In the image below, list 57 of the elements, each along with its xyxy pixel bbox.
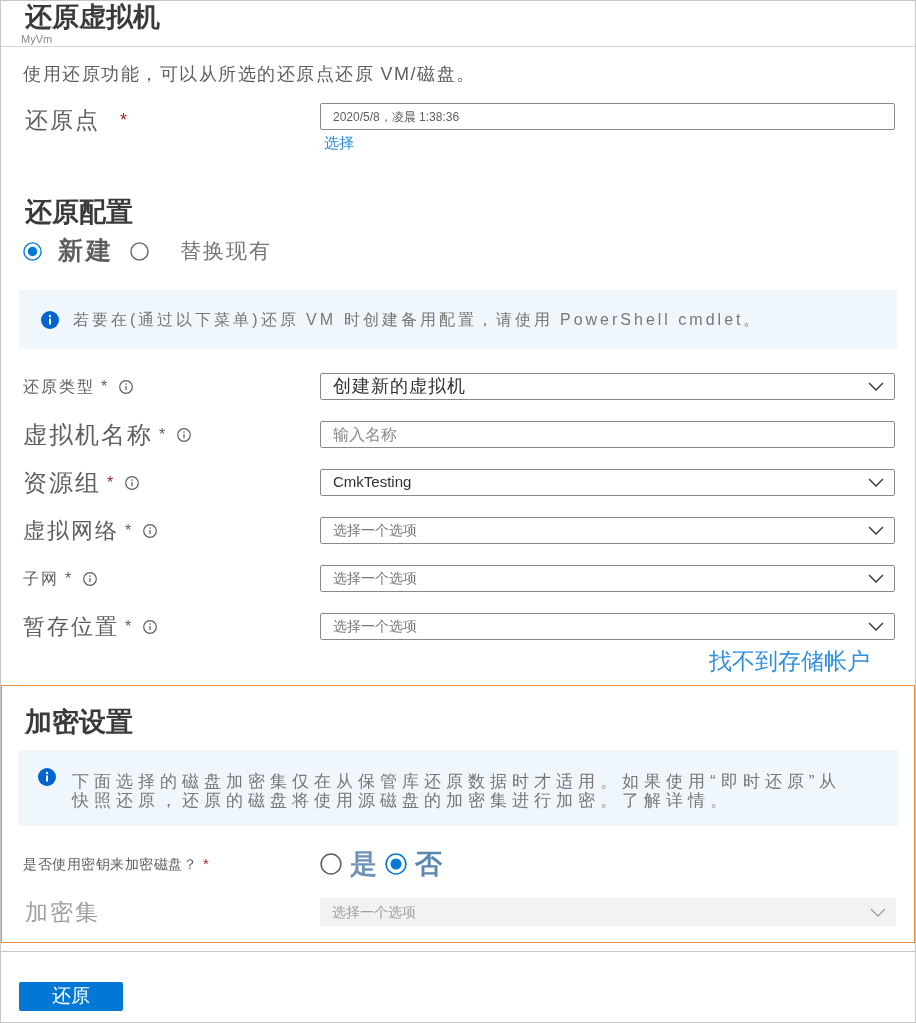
radio-label[interactable]: 替换现有 <box>180 235 272 267</box>
info-icon <box>83 571 98 586</box>
field-label: 是否使用密钥来加密磁盘？ <box>23 854 197 874</box>
info-icon <box>119 379 134 394</box>
radio-label[interactable]: 否 <box>415 849 442 879</box>
radio-label[interactable]: 是 <box>350 849 377 879</box>
name-input[interactable]: 输入名称 <box>320 421 895 448</box>
info-icon <box>177 427 192 442</box>
dropdown[interactable]: 选择一个选项 <box>320 613 895 640</box>
dropdown[interactable]: CmkTesting <box>320 469 895 496</box>
required-mark: * <box>125 520 132 541</box>
info-icon <box>38 768 56 786</box>
radio-label[interactable]: 新建 <box>58 232 114 270</box>
field-label: 加密集 <box>25 898 100 927</box>
field-label: 还原类型 <box>23 376 95 397</box>
chevron-down-icon <box>868 622 884 631</box>
page-title: 还原虚拟机 <box>24 1 160 34</box>
info-text: 下面选择的磁盘加密集仅在从保管库还原数据时才适用。如果使用“即时还原”从快照还原，还原的磁盘将使用源磁盘的加密集进行加密。了解详情。 <box>72 771 843 810</box>
chevron-down-icon <box>868 574 884 583</box>
radio-button[interactable] <box>23 241 42 261</box>
field-label: 资源组 <box>23 467 101 498</box>
required-mark: * <box>65 568 72 589</box>
field-label: 还原点 <box>25 106 100 135</box>
chevron-down-icon <box>868 478 884 487</box>
chevron-down-icon <box>870 907 886 917</box>
radio-button[interactable] <box>385 853 407 875</box>
field-label: 虚拟机名称 <box>23 419 153 450</box>
required-mark: * <box>159 424 166 445</box>
storage-account-link[interactable]: 找不到存储帐户 <box>709 646 870 676</box>
radio-button[interactable] <box>320 853 342 875</box>
description-text: 使用还原功能，可以从所选的还原点还原 VM/磁盘。 <box>23 63 476 86</box>
field-label: 子网 <box>23 568 59 589</box>
required-mark: * <box>120 108 127 132</box>
info-icon <box>125 475 140 490</box>
info-icon <box>41 310 59 329</box>
section-title: 还原配置 <box>25 196 133 229</box>
section-title: 加密设置 <box>25 706 133 739</box>
dropdown[interactable]: 选择一个选项 <box>320 517 895 544</box>
required-mark: * <box>203 853 209 874</box>
subtitle: MyVm <box>21 34 53 45</box>
restore-button[interactable]: 还原 <box>19 982 123 1011</box>
info-icon <box>143 523 158 538</box>
required-mark: * <box>101 376 108 397</box>
dropdown[interactable]: 选择一个选项 <box>320 565 895 592</box>
chevron-down-icon <box>868 526 884 535</box>
field-label: 暂存位置 <box>23 612 119 641</box>
info-icon <box>143 619 158 634</box>
radio-button[interactable] <box>130 241 149 261</box>
required-mark: * <box>125 616 132 637</box>
dropdown[interactable]: 创建新的虚拟机 <box>320 373 895 400</box>
select-link[interactable]: 选择 <box>324 133 354 153</box>
dropdown: 选择一个选项 <box>320 898 896 926</box>
required-mark: * <box>107 472 114 493</box>
field-label: 虚拟网络 <box>23 516 119 545</box>
info-text: 若要在(通过以下菜单)还原 VM 时创建备用配置，请使用 PowerShell cmdlet。 <box>73 309 763 330</box>
restore-point-field[interactable]: 2020/5/8，凌晨 1:38:36 <box>320 103 895 130</box>
chevron-down-icon <box>868 382 884 391</box>
